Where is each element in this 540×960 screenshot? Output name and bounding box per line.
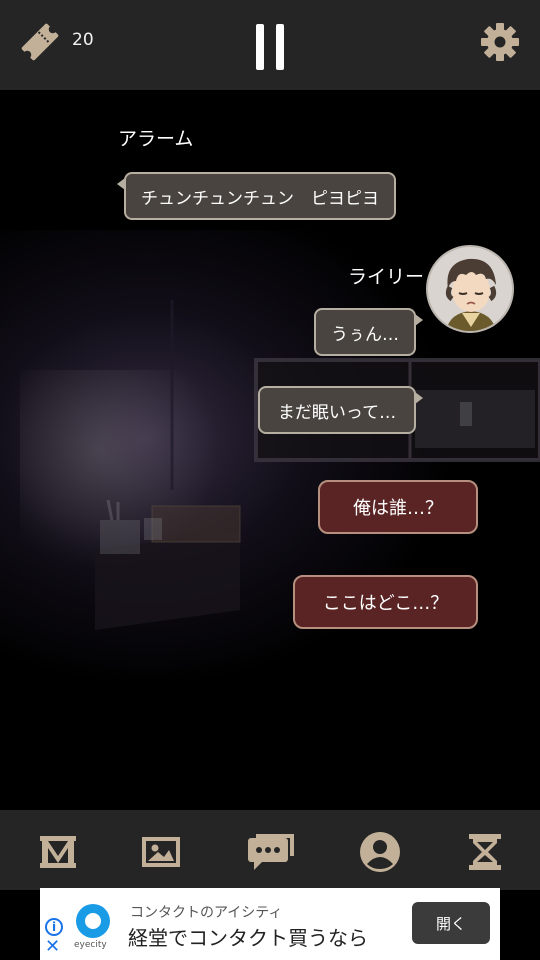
top-bar: 20 — [0, 0, 540, 90]
hourglass-button[interactable] — [463, 830, 507, 874]
settings-button[interactable] — [478, 20, 522, 64]
hourglass-icon — [469, 834, 501, 870]
dialogue-bubble-riley-2: まだ眠いって… — [258, 386, 423, 434]
dialogue-text: チュンチュンチュン ピヨピヨ — [141, 188, 379, 209]
speaker-name-alarm: アラーム — [118, 128, 194, 150]
ad-open-button[interactable]: 開く — [412, 902, 490, 944]
dialogue-text: まだ眠いって… — [277, 402, 397, 423]
chat-log-button[interactable] — [246, 830, 296, 874]
ticket-icon — [18, 20, 62, 64]
bottom-nav — [0, 810, 540, 890]
gallery-button[interactable] — [139, 830, 183, 874]
speaker-name-riley: ライリー — [348, 266, 425, 288]
eyecity-logo — [76, 904, 110, 938]
pause-icon — [256, 24, 264, 70]
riley-avatar — [426, 245, 514, 333]
pause-button[interactable] — [252, 24, 288, 72]
ad-brand: eyecity — [74, 940, 107, 950]
image-icon — [142, 837, 180, 867]
pause-icon-bar — [276, 24, 284, 70]
gear-icon — [481, 23, 519, 61]
ad-info-icon[interactable]: i — [45, 918, 63, 936]
profile-button[interactable] — [358, 830, 402, 874]
ad-subtitle: コンタクトのアイシティ — [130, 905, 283, 921]
choice-button-1[interactable]: 俺は誰…？ — [318, 480, 478, 534]
chat-log-icon — [248, 834, 294, 870]
map-button[interactable] — [36, 830, 80, 874]
ticket-count: 20 — [72, 30, 94, 50]
dialogue-text: うぅん… — [331, 324, 399, 345]
choice-button-2[interactable]: ここはどこ…？ — [293, 575, 478, 629]
ad-close-icon[interactable]: ✕ — [45, 938, 60, 956]
ad-banner[interactable]: i ✕ eyecity コンタクトのアイシティ 経堂でコンタクト買うなら 開く — [40, 888, 500, 960]
dialogue-bubble-alarm: チュンチュンチュン ピヨピヨ — [117, 172, 396, 220]
map-icon — [40, 836, 76, 868]
ad-title: 経堂でコンタクト買うなら — [128, 926, 368, 950]
profile-icon — [360, 832, 400, 872]
dialogue-bubble-riley-1: うぅん… — [314, 308, 423, 356]
story-scene[interactable]: アラーム チュンチュンチュン ピヨピヨ ライリー うぅん… まだ眠いって… 俺は… — [0, 90, 540, 810]
